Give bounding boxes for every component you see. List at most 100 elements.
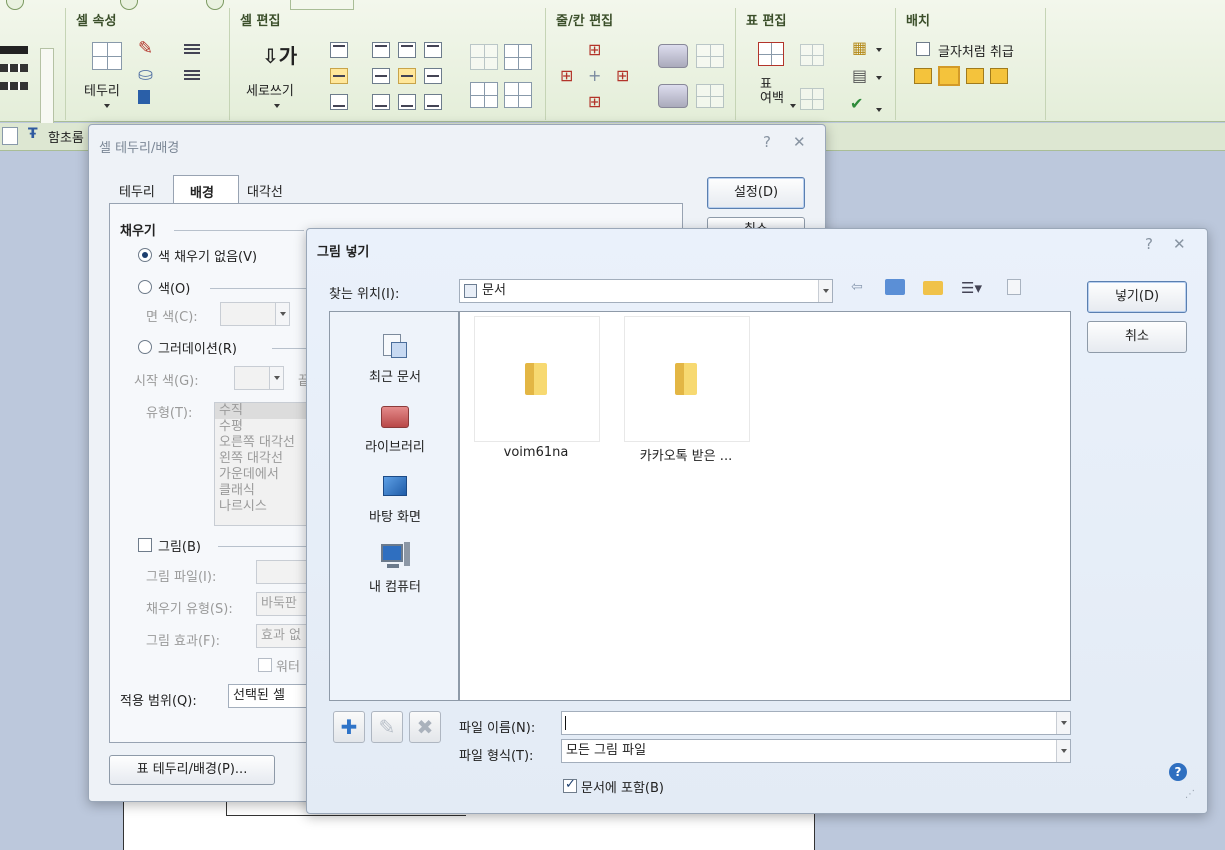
chevron-down-icon[interactable] — [818, 280, 832, 302]
place-library[interactable]: 라이브러리 — [330, 402, 460, 455]
line-weight-icon[interactable] — [184, 68, 200, 82]
distribute-cols-icon[interactable] — [696, 84, 724, 108]
wrap-front-icon[interactable] — [990, 68, 1008, 84]
list-item[interactable]: 왼쪽 대각선 — [219, 451, 283, 467]
table-border-bg-button[interactable]: 표 테두리/배경(P)... — [109, 755, 275, 785]
delete-col-icon[interactable] — [658, 84, 688, 108]
align-left-middle-icon[interactable] — [372, 68, 390, 84]
vertical-text-label[interactable]: 세로쓰기 — [246, 80, 294, 99]
watermark-checkbox[interactable] — [258, 658, 272, 672]
pen-color-icon[interactable]: ✎ — [138, 38, 153, 59]
list-item[interactable]: 가운데에서 — [219, 467, 279, 483]
align-left-bottom-icon[interactable] — [372, 94, 390, 110]
help-icon[interactable]: ? — [763, 133, 771, 151]
cell-color-icon[interactable] — [138, 90, 150, 104]
edit-place-button[interactable]: ✎ — [371, 711, 403, 743]
chevron-down-icon[interactable] — [876, 48, 882, 52]
file-name-label[interactable]: 카카오톡 받은 ... — [611, 445, 761, 464]
cell-grid-icon[interactable] — [470, 82, 498, 108]
insert-row-below-icon[interactable]: ⊞ — [588, 92, 601, 111]
picture-effect-select[interactable]: 효과 없 — [256, 624, 308, 648]
insert-col-right-icon[interactable]: ⊞ — [616, 66, 629, 85]
border-icon[interactable] — [92, 42, 122, 70]
list-item[interactable] — [624, 316, 750, 442]
place-my-computer[interactable]: 내 컴퓨터 — [330, 542, 460, 595]
view-menu-icon[interactable]: ☰▾ — [961, 279, 982, 297]
ok-button[interactable]: 설정(D) — [707, 177, 805, 209]
check-sum-icon[interactable]: ✔ — [850, 94, 863, 113]
filetype-select[interactable]: 모든 그림 파일 — [561, 739, 1071, 763]
wrap-square-icon[interactable] — [914, 68, 932, 84]
font-name[interactable]: 함초롬 — [48, 127, 84, 146]
chevron-down-icon[interactable] — [274, 104, 280, 108]
color-label[interactable]: 색(O) — [158, 278, 190, 297]
insert-button[interactable]: 넣기(D) — [1087, 281, 1187, 313]
tab-background[interactable]: 배경 — [173, 175, 239, 205]
gradient-label[interactable]: 그러데이션(R) — [158, 338, 237, 357]
style-dropdown[interactable] — [2, 127, 18, 145]
treat-as-char-label[interactable]: 글자처럼 취급 — [938, 41, 1014, 60]
delete-place-button[interactable]: ✖ — [409, 711, 441, 743]
up-folder-icon[interactable] — [885, 279, 905, 295]
align-center-bottom-icon[interactable] — [398, 94, 416, 110]
look-in-select[interactable]: 문서 — [459, 279, 833, 303]
gallery-scrollbar[interactable] — [40, 48, 54, 124]
chevron-down-icon[interactable] — [104, 104, 110, 108]
col-width-icon[interactable] — [800, 88, 824, 110]
table-margin-icon[interactable] — [758, 42, 784, 66]
picture-checkbox[interactable] — [138, 538, 152, 552]
align-right-bottom-icon[interactable] — [424, 94, 442, 110]
no-fill-radio[interactable] — [138, 248, 152, 262]
help-circle-icon[interactable]: ? — [1169, 763, 1187, 781]
wrap-tight-icon[interactable] — [938, 66, 960, 86]
table-margin-label[interactable]: 표 여백 — [760, 78, 784, 106]
chevron-down-icon[interactable] — [876, 108, 882, 112]
list-item[interactable]: 클래식 — [219, 483, 255, 499]
place-recent[interactable]: 최근 문서 — [330, 332, 460, 385]
close-icon[interactable]: ✕ — [793, 133, 806, 151]
gradient-radio[interactable] — [138, 340, 152, 354]
gradient-type-list[interactable]: 수직 수평 오른쪽 대각선 왼쪽 대각선 가운데에서 클래식 나르시스 — [214, 402, 308, 526]
back-icon[interactable]: ⇦ — [851, 279, 863, 295]
align-top-icon[interactable] — [330, 42, 348, 58]
chevron-down-icon[interactable] — [1056, 740, 1070, 762]
insert-row-above-icon[interactable]: ⊞ — [588, 40, 601, 59]
list-item[interactable]: 오른쪽 대각선 — [219, 435, 295, 451]
fill-bucket-icon[interactable]: ⛀ — [138, 64, 153, 85]
border-button-label[interactable]: 테두리 — [84, 80, 120, 99]
align-middle-icon[interactable] — [330, 68, 348, 84]
place-desktop[interactable]: 바탕 화면 — [330, 472, 460, 525]
list-item[interactable]: 나르시스 — [219, 499, 267, 515]
list-item[interactable]: 수직 — [219, 403, 243, 419]
close-icon[interactable]: ✕ — [1173, 235, 1186, 253]
tab-border[interactable]: 테두리 — [119, 181, 155, 200]
chevron-down-icon[interactable] — [1056, 712, 1070, 734]
preview-icon[interactable] — [1007, 279, 1021, 295]
align-center-top-icon[interactable] — [398, 42, 416, 58]
chevron-down-icon[interactable] — [790, 104, 796, 108]
file-list[interactable] — [459, 311, 1071, 701]
include-in-doc-label[interactable]: 문서에 포함(B) — [581, 777, 664, 796]
align-bottom-icon[interactable] — [330, 94, 348, 110]
cancel-button[interactable]: 취소 — [1087, 321, 1187, 353]
list-item[interactable] — [474, 316, 600, 442]
include-in-doc-checkbox[interactable] — [563, 777, 577, 793]
align-right-top-icon[interactable] — [424, 42, 442, 58]
file-name-label[interactable]: voim61na — [461, 445, 611, 460]
resize-grip-icon[interactable]: ⋰ — [1185, 789, 1195, 800]
color-radio[interactable] — [138, 280, 152, 294]
row-height-icon[interactable] — [800, 44, 824, 66]
insert-col-left-icon[interactable]: ⊞ — [560, 66, 573, 85]
align-right-middle-icon[interactable] — [424, 68, 442, 84]
start-color-picker[interactable] — [234, 366, 284, 390]
style-swatch[interactable] — [0, 46, 28, 54]
split-cells-icon[interactable] — [504, 44, 532, 70]
apply-range-select[interactable]: 선택된 셀 — [228, 684, 308, 708]
style-swatch[interactable] — [0, 64, 28, 72]
face-color-picker[interactable] — [220, 302, 290, 326]
new-folder-icon[interactable] — [923, 281, 943, 295]
no-fill-label[interactable]: 색 채우기 없음(V) — [158, 246, 257, 265]
style-swatch[interactable] — [0, 82, 28, 90]
table-calc-icon[interactable]: ▤ — [852, 66, 867, 85]
picture-label[interactable]: 그림(B) — [158, 536, 201, 555]
